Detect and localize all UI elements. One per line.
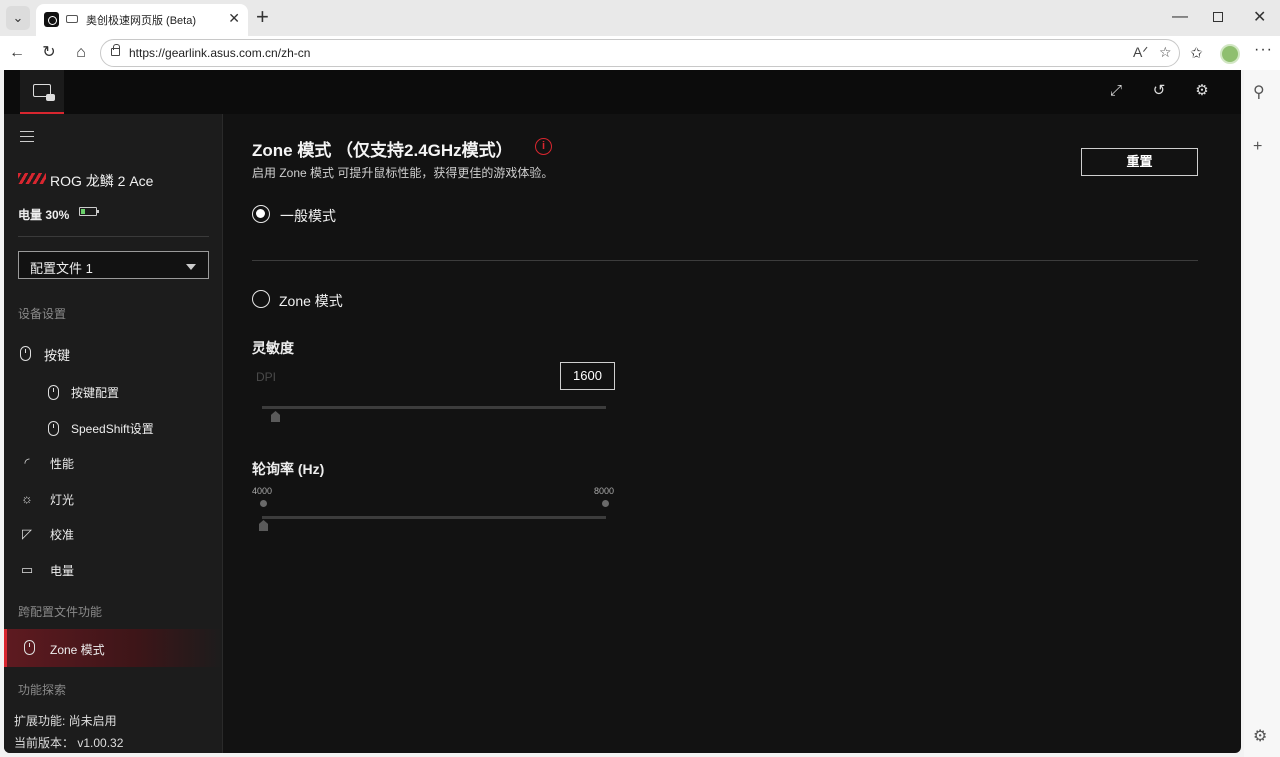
dpi-input[interactable]: 1600	[560, 362, 615, 390]
mouse-icon	[20, 346, 31, 361]
page-title: Zone 模式 （仅支持2.4GHz模式）	[252, 141, 513, 160]
polling-max-label: 8000	[594, 486, 615, 496]
rog-logo-icon	[18, 173, 46, 184]
hamburger-menu-icon[interactable]	[20, 131, 34, 142]
sidebar-item-label: 校准	[50, 528, 75, 542]
main-content: Zone 模式 （仅支持2.4GHz模式） i 启用 Zone 模式 可提升鼠标…	[224, 114, 1241, 753]
battery-icon	[79, 207, 99, 216]
radio-normal-mode[interactable]	[252, 205, 270, 223]
browser-tab-bar: ⌄ 奥创极速网页版 (Beta) ✕ + — ✕	[0, 0, 1280, 36]
favorite-star-icon[interactable]: ☆	[1159, 44, 1172, 61]
edge-sidebar: ⚲ + ⚙	[1244, 70, 1280, 757]
section-device-settings: 设备设置	[18, 307, 67, 321]
sidebar-item-label: 电量	[50, 564, 75, 578]
polling-tick-min	[260, 500, 267, 507]
calibrate-icon: ◸	[22, 526, 32, 541]
profile-select[interactable]: 配置文件 1	[18, 251, 209, 279]
sidebar: ROG 龙鳞 2 Ace 电量 30% 配置文件 1 设备设置 按键 按键配置 …	[4, 114, 223, 753]
home-icon[interactable]: ⌂	[70, 42, 92, 64]
window-close-icon[interactable]: ✕	[1253, 7, 1266, 27]
dropdown-arrow-icon	[186, 264, 196, 270]
polling-slider-thumb[interactable]	[259, 520, 268, 531]
section-divider	[252, 260, 1198, 261]
profile-select-value: 配置文件 1	[30, 261, 93, 276]
battery-icon: ▭	[20, 562, 34, 577]
extensions-status: 扩展功能: 尚未启用	[14, 714, 117, 728]
sidebar-item-label: Zone 模式	[50, 643, 105, 657]
profile-avatar-icon[interactable]	[1220, 44, 1240, 64]
mouse-icon	[24, 640, 35, 655]
search-icon[interactable]: ⚲	[1253, 82, 1265, 102]
read-aloud-icon[interactable]: Aᐟ	[1133, 44, 1148, 61]
favorites-list-icon[interactable]: ✩	[1190, 44, 1203, 62]
device-tab[interactable]	[20, 70, 64, 114]
sidebar-item-zone-mode[interactable]: Zone 模式	[4, 629, 223, 667]
refresh-icon[interactable]: ↻	[38, 42, 60, 64]
battery-status: 电量 30%	[18, 208, 70, 222]
tab-close-icon[interactable]: ✕	[228, 10, 240, 27]
lock-icon[interactable]	[111, 44, 120, 56]
device-name: ROG 龙鳞 2 Ace	[50, 173, 154, 189]
back-arrow-icon[interactable]: ←	[6, 42, 28, 64]
sidebar-item-label: SpeedShift设置	[71, 422, 154, 436]
page-icon	[66, 15, 78, 23]
sidebar-item-lighting[interactable]: ☼ 灯光	[4, 484, 223, 514]
gauge-icon: ◜	[24, 455, 30, 470]
add-plus-icon[interactable]: +	[1253, 138, 1262, 156]
polling-slider-track[interactable]	[262, 516, 606, 519]
settings-gear-icon[interactable]: ⚙	[1253, 726, 1267, 746]
app-header: ⤢ ↺ ⚙	[4, 70, 1241, 114]
window-restore-icon[interactable]	[1213, 12, 1223, 22]
sync-icon[interactable]: ↺	[1150, 82, 1168, 100]
app-version: 当前版本： v1.00.32	[14, 736, 124, 750]
info-icon[interactable]: i	[535, 138, 552, 155]
browser-address-bar: ← ↻ ⌂ https://gearlink.asus.com.cn/zh-cn…	[0, 36, 1280, 70]
window-minimize-icon[interactable]: —	[1172, 8, 1188, 26]
reset-button[interactable]: 重置	[1081, 148, 1198, 176]
fullscreen-icon[interactable]: ⤢	[1107, 82, 1125, 100]
dpi-label: DPI	[256, 370, 277, 384]
sidebar-item-buttons[interactable]: 按键	[4, 338, 223, 368]
polling-tick-max	[602, 500, 609, 507]
app-window: ⤢ ↺ ⚙ ROG 龙鳞 2 Ace 电量 30% 配置文件 1 设备设置 按键…	[4, 70, 1241, 753]
site-favicon-icon	[44, 12, 59, 27]
dpi-slider-thumb[interactable]	[271, 411, 280, 422]
polling-rate-label: 轮询率 (Hz)	[252, 461, 325, 477]
sidebar-item-button-config[interactable]: 按键配置	[4, 377, 223, 407]
settings-icon[interactable]: ⚙	[1193, 82, 1211, 100]
light-icon: ☼	[21, 491, 33, 506]
radio-normal-label[interactable]: 一般模式	[280, 206, 336, 226]
sidebar-item-power[interactable]: ▭ 电量	[4, 555, 223, 585]
new-tab-plus-icon[interactable]: +	[256, 6, 269, 28]
url-input[interactable]: https://gearlink.asus.com.cn/zh-cn Aᐟ ☆	[100, 39, 1180, 67]
sidebar-item-label: 性能	[50, 457, 75, 471]
mouse-icon	[48, 385, 59, 400]
page-subtitle: 启用 Zone 模式 可提升鼠标性能，获得更佳的游戏体验。	[252, 166, 554, 180]
tab-title: 奥创极速网页版 (Beta)	[86, 15, 197, 27]
sensitivity-label: 灵敏度	[252, 340, 294, 356]
section-explore: 功能探索	[18, 683, 67, 697]
sidebar-item-label: 按键	[44, 348, 71, 363]
more-menu-icon[interactable]: ···	[1254, 41, 1273, 59]
tab-list-chevron-icon[interactable]: ⌄	[6, 6, 30, 30]
sidebar-item-label: 按键配置	[71, 386, 120, 400]
device-gear-icon	[33, 84, 55, 101]
sidebar-divider	[18, 236, 209, 237]
polling-min-label: 4000	[252, 486, 273, 496]
sidebar-item-speedshift[interactable]: SpeedShift设置	[4, 413, 223, 443]
browser-tab[interactable]: 奥创极速网页版 (Beta) ✕	[36, 4, 248, 36]
radio-zone-label[interactable]: Zone 模式	[279, 291, 343, 311]
url-text: https://gearlink.asus.com.cn/zh-cn	[129, 46, 311, 60]
dpi-slider-track[interactable]	[262, 406, 606, 409]
section-cross-profile: 跨配置文件功能	[18, 605, 103, 619]
sidebar-item-performance[interactable]: ◜ 性能	[4, 448, 223, 478]
sidebar-item-label: 灯光	[50, 493, 75, 507]
radio-zone-mode[interactable]	[252, 290, 270, 308]
mouse-icon	[48, 421, 59, 436]
sidebar-item-calibration[interactable]: ◸ 校准	[4, 519, 223, 549]
